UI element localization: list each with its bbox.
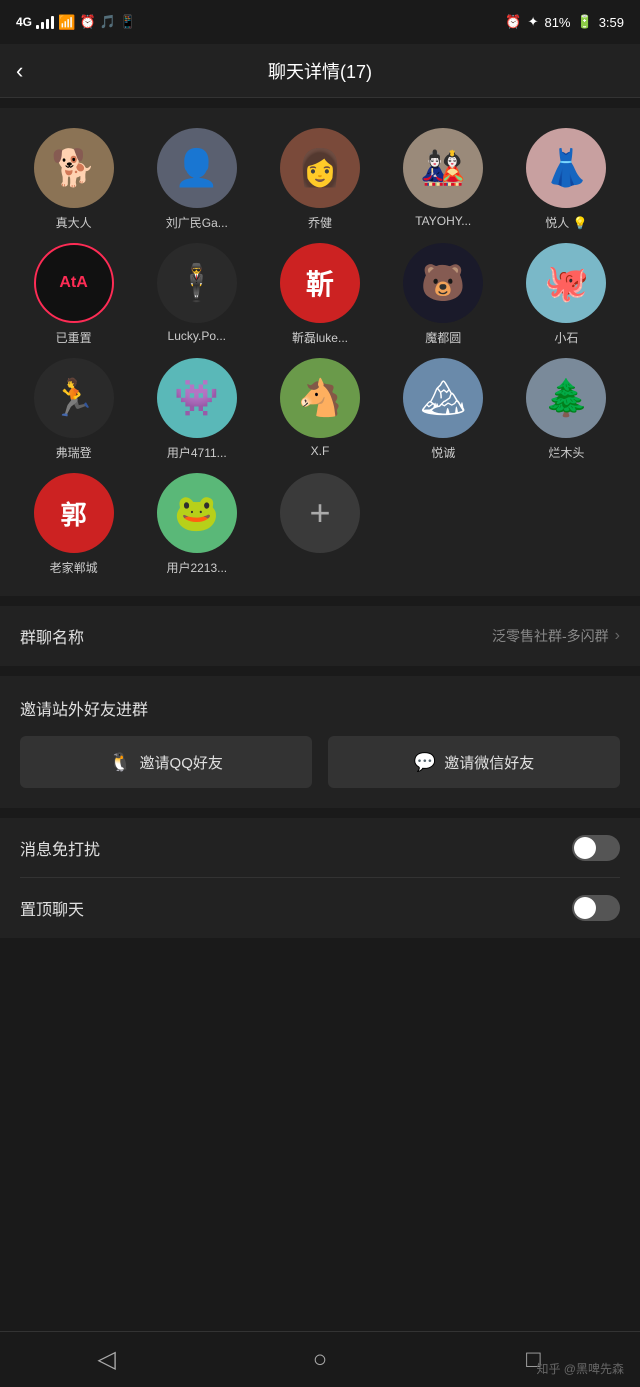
member-avatar: 🏔 [403,358,483,438]
add-member-item[interactable]: + [262,473,377,576]
member-item[interactable]: 🏃 弗瑞登 [16,358,131,461]
signal-bars [36,15,54,29]
member-name: 魔都圆 [425,329,461,346]
member-item[interactable]: 🐙 小石 [509,243,624,346]
member-item[interactable]: 👗 悦人 💡 [509,128,624,231]
member-item[interactable]: 👤 刘广民Ga... [139,128,254,231]
wifi-icon: 📶 [58,14,75,31]
pin-row: 置顶聊天 [20,878,620,938]
member-name: 乔健 [308,214,332,231]
member-avatar: 🐕 [34,128,114,208]
member-name: 真大人 [56,214,92,231]
header: ‹ 聊天详情(17) [0,44,640,98]
member-avatar: 🎎 [403,128,483,208]
pin-label: 置顶聊天 [20,896,84,920]
tiktok-icon: 🎵 [100,14,116,30]
member-avatar: 郭 [34,473,114,553]
members-grid: 🐕 真大人 👤 刘广民Ga... 👩 乔健 🎎 TAYOHY... 👗 悦人 💡 AtA 已重置 🕴 Lu… [16,128,624,576]
member-name: 烂木头 [548,444,584,461]
alarm-icon: ⏰ [79,14,95,30]
member-avatar: AtA [34,243,114,323]
battery-icon: 🔋 [577,14,593,30]
member-avatar: 🕴 [157,243,237,323]
page-title: 聊天详情(17) [268,58,372,84]
group-name-section: 群聊名称 泛零售社群-多闪群 › [0,606,640,666]
dnd-label: 消息免打扰 [20,836,100,860]
wechat-icon: 💬 [414,752,436,773]
member-avatar: 👾 [157,358,237,438]
pin-toggle-knob [574,897,596,919]
member-name: Lucky.Po... [168,329,226,343]
member-item[interactable]: 👾 用户4711... [139,358,254,461]
nav-back-button[interactable]: ◁ [67,1340,147,1380]
member-item[interactable]: AtA 已重置 [16,243,131,346]
clock: 3:59 [599,15,624,30]
add-member-button[interactable]: + [280,473,360,553]
battery-percent: 81% [544,15,570,30]
nav-home-button[interactable]: ○ [280,1340,360,1380]
invite-title: 邀请站外好友进群 [20,696,620,720]
member-avatar: 👤 [157,128,237,208]
member-name: X.F [311,444,330,458]
member-avatar: 👩 [280,128,360,208]
member-name: 弗瑞登 [56,444,92,461]
status-bar: 4G 📶 ⏰ 🎵 📱 ⏰ ✦ 81% 🔋 3:59 [0,0,640,44]
chevron-right-icon: › [615,627,620,645]
member-name: 用户2213... [166,559,227,576]
status-right: ⏰ ✦ 81% 🔋 3:59 [505,14,624,30]
dnd-row: 消息免打扰 [20,818,620,878]
member-avatar: 🏃 [34,358,114,438]
member-avatar: 🐸 [157,473,237,553]
member-avatar: 🐻 [403,243,483,323]
members-section: 🐕 真大人 👤 刘广民Ga... 👩 乔健 🎎 TAYOHY... 👗 悦人 💡 AtA 已重置 🕴 Lu… [0,108,640,596]
member-name: 悦人 💡 [545,214,587,231]
member-name: 老家郸城 [50,559,98,576]
pin-toggle[interactable] [572,895,620,921]
status-left: 4G 📶 ⏰ 🎵 📱 [16,14,136,31]
member-name: 刘广民Ga... [166,214,228,231]
member-item[interactable]: 🐸 用户2213... [139,473,254,576]
member-item[interactable]: 郭老家郸城 [16,473,131,576]
member-item[interactable]: 🐕 真大人 [16,128,131,231]
member-item[interactable]: 🌲 烂木头 [509,358,624,461]
member-avatar: 🐴 [280,358,360,438]
qq-icon: 🐧 [109,752,131,773]
dnd-toggle-knob [574,837,596,859]
member-name: 靳磊luke... [292,329,348,346]
group-name-value: 泛零售社群-多闪群 › [492,626,620,646]
member-avatar: 靳 [280,243,360,323]
member-item[interactable]: 🕴 Lucky.Po... [139,243,254,346]
invite-qq-button[interactable]: 🐧 邀请QQ好友 [20,736,312,788]
member-avatar: 👗 [526,128,606,208]
network-indicator: 4G [16,15,32,29]
back-button[interactable]: ‹ [16,58,23,84]
member-item[interactable]: 🐴 X.F [262,358,377,461]
member-name: TAYOHY... [415,214,471,228]
bluetooth-icon: ✦ [528,14,539,30]
dnd-section: 消息免打扰 置顶聊天 [0,818,640,938]
bottom-nav: ◁ ○ □ 知乎 @黑啤先森 [0,1331,640,1387]
alarm2-icon: ⏰ [505,14,521,30]
member-avatar: 🐙 [526,243,606,323]
member-item[interactable]: 🎎 TAYOHY... [386,128,501,231]
group-name-label: 群聊名称 [20,624,84,648]
watermark: 知乎 @黑啤先森 [536,1360,624,1377]
app-icon: 📱 [120,14,136,30]
member-name: 小石 [554,329,578,346]
member-name: 悦诚 [431,444,455,461]
member-item[interactable]: 👩 乔健 [262,128,377,231]
member-name: 用户4711... [167,444,227,461]
invite-section: 邀请站外好友进群 🐧 邀请QQ好友 💬 邀请微信好友 [0,676,640,808]
member-item[interactable]: 🏔 悦诚 [386,358,501,461]
group-name-row[interactable]: 群聊名称 泛零售社群-多闪群 › [20,606,620,666]
dnd-toggle[interactable] [572,835,620,861]
invite-wechat-button[interactable]: 💬 邀请微信好友 [328,736,620,788]
invite-buttons: 🐧 邀请QQ好友 💬 邀请微信好友 [20,736,620,788]
member-avatar: 🌲 [526,358,606,438]
member-item[interactable]: 靳靳磊luke... [262,243,377,346]
member-item[interactable]: 🐻 魔都圆 [386,243,501,346]
member-name: 已重置 [56,329,92,346]
